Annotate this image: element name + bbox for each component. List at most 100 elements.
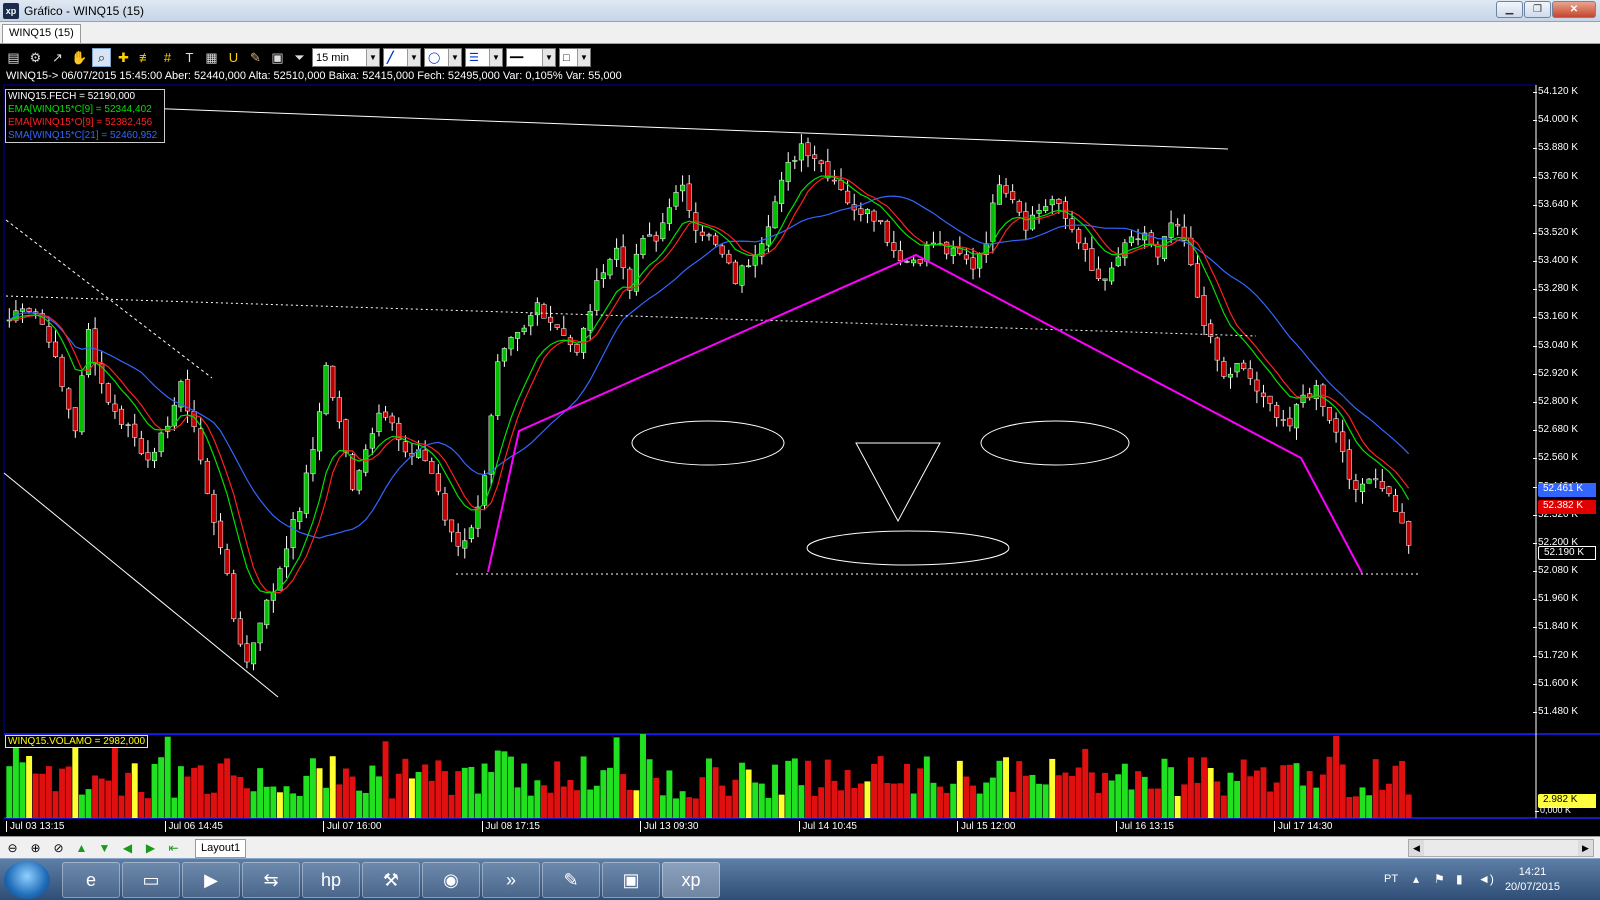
price-tick-label: 54.120 K xyxy=(1532,86,1579,97)
candle xyxy=(680,184,686,192)
shape-tool-select[interactable]: ◯ ▼ xyxy=(424,48,462,67)
grid-icon[interactable]: # xyxy=(158,48,177,67)
text-icon[interactable]: T xyxy=(180,48,199,67)
color-select[interactable]: □ ▼ xyxy=(559,48,591,67)
arrow-left-icon[interactable]: ◀ xyxy=(119,840,136,856)
zoom-out-icon[interactable]: ⊖ xyxy=(4,840,21,856)
settings-icon[interactable]: ⚙ xyxy=(26,48,45,67)
hand-icon[interactable]: ✋ xyxy=(70,48,89,67)
date-axis[interactable]: Jul 03 13:15 Jul 06 14:45 Jul 07 16:00 Jul … xyxy=(0,818,1536,836)
network-icon[interactable]: ⇆ xyxy=(242,862,300,898)
volume-bar xyxy=(468,766,475,818)
zoom-reset-icon[interactable]: ⊘ xyxy=(50,840,67,856)
support-trendline xyxy=(3,472,279,698)
volume-icon[interactable]: ◄) xyxy=(1478,872,1494,886)
hp-icon[interactable]: hp xyxy=(302,862,360,898)
line-style-select[interactable]: ☰ ▼ xyxy=(465,48,503,67)
tab-layout1[interactable]: Layout1 xyxy=(195,839,247,858)
tab-winq15[interactable]: WINQ15 (15) xyxy=(2,24,81,43)
candle xyxy=(1293,404,1300,429)
paint-icon[interactable]: ✎ xyxy=(542,862,600,898)
volume-bar xyxy=(607,767,613,818)
volume-bar xyxy=(1082,748,1089,818)
media-player-icon[interactable]: ▶ xyxy=(182,862,240,898)
calculator-icon[interactable]: ▦ xyxy=(202,48,221,67)
volume-bar xyxy=(560,786,567,818)
volume-bar xyxy=(1029,774,1036,818)
volume-bar xyxy=(1399,760,1406,818)
scroll-right-icon[interactable]: ▶ xyxy=(1578,840,1593,856)
arrow-down-icon[interactable]: ▼ xyxy=(96,840,113,856)
candle xyxy=(508,337,514,350)
candle xyxy=(85,329,92,375)
candle xyxy=(858,208,864,215)
candle xyxy=(752,255,758,266)
language-indicator[interactable]: PT xyxy=(1384,873,1398,885)
minimize-button[interactable]: ▁ xyxy=(1496,1,1523,18)
candle xyxy=(983,243,989,255)
chart-bottom-bar: ⊖ ⊕ ⊘ ▲ ▼ ◀ ▶ ⇤ Layout1 ◀ ▶ xyxy=(0,836,1600,858)
ie-icon[interactable]: e xyxy=(62,862,120,898)
candle xyxy=(349,454,356,490)
filter-icon[interactable]: ⏷ xyxy=(290,48,309,67)
explorer-icon[interactable]: ▭ xyxy=(122,862,180,898)
price-axis[interactable]: 54.120 K 54.000 K 53.880 K 53.760 K 53.640 K… xyxy=(1532,86,1600,734)
neckline xyxy=(5,295,1257,337)
volume-bar xyxy=(428,780,435,818)
line-tool-select[interactable]: ╱ ▼ xyxy=(383,48,421,67)
candle xyxy=(1208,323,1214,337)
volume-bar xyxy=(1214,781,1221,818)
tray-expand-icon[interactable]: ▴ xyxy=(1413,872,1419,886)
action-center-icon[interactable]: ⚑ xyxy=(1434,872,1445,886)
candle xyxy=(838,179,844,190)
zoom-in-icon[interactable]: ⊕ xyxy=(27,840,44,856)
candle xyxy=(72,407,78,432)
arrow-start-icon[interactable]: ⇤ xyxy=(165,840,182,856)
start-button[interactable] xyxy=(4,861,50,899)
lock-icon[interactable]: ▣ xyxy=(268,48,287,67)
candle xyxy=(290,519,296,548)
candle xyxy=(1102,278,1108,281)
candle xyxy=(627,268,633,291)
arrow-up-icon[interactable]: ▲ xyxy=(73,840,90,856)
clock[interactable]: 14:21 20/07/2015 xyxy=(1505,865,1560,895)
volume-bar xyxy=(131,763,138,818)
price-chart[interactable] xyxy=(0,0,1600,900)
network-status-icon[interactable]: ▮ xyxy=(1456,872,1463,886)
photos-icon[interactable]: ▣ xyxy=(602,862,660,898)
candle xyxy=(356,470,362,491)
chart-type-icon[interactable]: ▤ xyxy=(4,48,23,67)
horizontal-line-icon[interactable]: ≢ xyxy=(136,48,155,67)
xp-icon[interactable]: xp xyxy=(662,862,720,898)
date-tick-label: Jul 06 14:45 xyxy=(164,821,223,832)
app-icon[interactable]: » xyxy=(482,862,540,898)
candle xyxy=(1254,379,1260,392)
volume-bar xyxy=(772,764,778,818)
tools-icon[interactable]: ⚒ xyxy=(362,862,420,898)
volume-bar xyxy=(336,784,343,818)
cursor-icon[interactable]: ↗ xyxy=(48,48,67,67)
timeframe-select[interactable]: 15 min ▼ xyxy=(312,48,380,67)
volume-bar xyxy=(1267,791,1274,818)
horizontal-scrollbar[interactable]: ◀ ▶ xyxy=(1408,839,1594,857)
line-width-select[interactable]: ━━ ▼ xyxy=(506,48,556,67)
candle xyxy=(732,261,738,284)
candle xyxy=(871,210,877,222)
close-button[interactable]: ✕ xyxy=(1552,1,1596,18)
candle xyxy=(930,242,936,246)
scroll-left-icon[interactable]: ◀ xyxy=(1409,840,1424,856)
crosshair-icon[interactable]: ✚ xyxy=(114,48,133,67)
maximize-button[interactable]: ❐ xyxy=(1524,1,1551,18)
volume-bar xyxy=(125,772,132,818)
zoom-icon[interactable]: ⌕ xyxy=(92,48,111,67)
price-tick-label: 51.960 K xyxy=(1532,593,1579,605)
chrome-icon[interactable]: ◉ xyxy=(422,862,480,898)
arrow-right-icon[interactable]: ▶ xyxy=(142,840,159,856)
volume-bar xyxy=(395,773,402,818)
magnet-icon[interactable]: U xyxy=(224,48,243,67)
candle xyxy=(706,234,712,237)
brush-icon[interactable]: ✎ xyxy=(246,48,265,67)
candle xyxy=(138,438,144,454)
candle xyxy=(184,379,191,412)
candle xyxy=(1056,199,1062,204)
